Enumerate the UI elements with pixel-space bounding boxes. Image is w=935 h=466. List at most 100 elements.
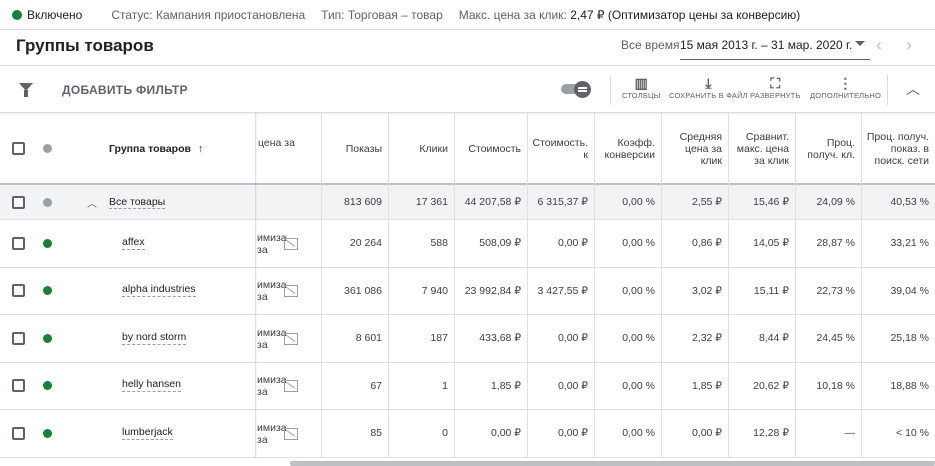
status-dot[interactable] <box>43 238 52 248</box>
toolbar-divider <box>610 75 611 105</box>
more-vert-icon: ⋮ <box>838 75 853 91</box>
status-dot[interactable] <box>43 333 52 343</box>
chevron-up-icon[interactable]: ︿ <box>87 195 97 210</box>
total-cell: 17 361 <box>388 185 454 219</box>
columns-label: СТОЛБЦЫ <box>622 91 661 100</box>
row-cell: 433,68 ₽ <box>454 315 527 362</box>
row-checkbox[interactable] <box>12 284 25 298</box>
row-cell: 0,00 % <box>594 220 661 267</box>
row-cell: 0,86 ₽ <box>661 220 728 267</box>
product-group-name[interactable]: helly hansen <box>122 378 181 393</box>
row-checkbox[interactable] <box>12 331 25 345</box>
row-cell: 0,00 ₽ <box>527 315 594 362</box>
row-cell: 1 <box>388 362 454 409</box>
save-button[interactable]: ⤓ СОХРАНИТЬ В ФАЙЛ <box>669 75 748 100</box>
row-cell: 14,05 ₽ <box>728 220 795 267</box>
product-group-name[interactable]: affex <box>122 236 145 250</box>
toggle-knob <box>574 81 591 98</box>
image-icon[interactable] <box>284 237 298 250</box>
row-cell: 20,62 ₽ <box>728 362 795 409</box>
row-cell: 18,88 % <box>861 362 935 409</box>
header-avg-cpc[interactable]: Средняя цена за клик <box>661 113 728 185</box>
chevron-down-icon[interactable] <box>855 41 865 46</box>
columns-button[interactable]: ▥ СТОЛБЦЫ <box>622 75 661 100</box>
row-cell: 23 992,84 ₽ <box>454 267 527 314</box>
toolbar: ДОБАВИТЬ ФИЛЬТР ▥ СТОЛБЦЫ ⤓ СОХРАНИТЬ В … <box>0 67 935 113</box>
status-dot[interactable] <box>43 286 52 296</box>
row-cell: 1,85 ₽ <box>661 362 728 409</box>
select-all-checkbox[interactable] <box>12 142 25 155</box>
status-dot[interactable] <box>43 381 52 391</box>
total-cell: 24,09 % <box>795 185 861 219</box>
row-cell: 25,18 % <box>861 315 935 362</box>
row-cell: 0 <box>388 410 454 457</box>
table-row: helly hansenимизат за6711,85 ₽0,00 ₽0,00… <box>0 362 935 410</box>
header-click-share[interactable]: Проц. получ. кл. <box>795 113 861 185</box>
table-row: alpha industries имизат за 361 0867 94023 … <box>0 267 935 315</box>
expand-label: РАЗВЕРНУТЬ <box>750 91 801 100</box>
date-label: Все время <box>621 38 680 52</box>
image-icon[interactable] <box>284 332 298 345</box>
product-group-name[interactable]: lumberjack <box>122 426 173 440</box>
more-label: ДОПОЛНИТЕЛЬНО <box>810 91 882 100</box>
hidden-column-value: имизат за <box>257 421 287 446</box>
row-checkbox[interactable] <box>12 236 25 250</box>
enabled-status-dot <box>12 9 22 20</box>
row-cell: 0,00 % <box>594 315 661 362</box>
status-bar: Включено Статус: Кампания приостановлена… <box>0 0 935 30</box>
chevron-up-icon[interactable]: ︿ <box>906 79 920 99</box>
total-cell: 0,00 % <box>594 185 661 219</box>
total-row: ︿ Все товары 813 609 17 361 44 207,58 ₽ … <box>0 185 935 220</box>
status-dot[interactable] <box>43 428 52 438</box>
row-checkbox[interactable] <box>12 196 25 209</box>
more-button[interactable]: ⋮ ДОПОЛНИТЕЛЬНО <box>810 75 881 100</box>
product-group-name[interactable]: alpha industries <box>122 283 196 298</box>
row-cell: 0,00 ₽ <box>661 410 728 457</box>
row-checkbox[interactable] <box>12 379 25 393</box>
header-search-impr-share[interactable]: Проц. получ. показ. в поиск. сети <box>861 113 935 185</box>
row-cell: 8,44 ₽ <box>728 315 795 362</box>
horizontal-scrollbar[interactable] <box>290 461 935 466</box>
enabled-label[interactable]: Включено <box>27 8 82 22</box>
total-name[interactable]: Все товары <box>109 196 166 209</box>
filter-icon[interactable] <box>19 83 33 97</box>
header-cost[interactable]: Стоимость <box>454 113 527 185</box>
title-row: Группы товаров Все время 15 мая 2013 г. … <box>0 30 935 66</box>
row-cell: 3 427,55 ₽ <box>527 267 594 314</box>
header-cost-conv[interactable]: Стоимость. к <box>527 113 594 185</box>
image-icon[interactable] <box>284 380 298 393</box>
campaign-type: Тип: Торговая – товар <box>321 7 443 22</box>
max-cpc: Макс. цена за клик: 2,47 ₽ (Оптимизатор … <box>459 8 801 22</box>
header-clicks[interactable]: Клики <box>388 113 454 185</box>
hidden-column-value: имизат за <box>257 326 287 351</box>
add-filter-button[interactable]: ДОБАВИТЬ ФИЛЬТР <box>62 83 188 97</box>
row-cell: 22,73 % <box>795 267 861 314</box>
table-row: affex имизат за 20 264588508,09 ₽0,00 ₽0,0… <box>0 220 935 268</box>
row-cell: 0,00 % <box>594 267 661 314</box>
header-bench-max-cpc[interactable]: Сравнит. макс. цена за клик <box>728 113 795 185</box>
row-cell: 15,11 ₽ <box>728 267 795 314</box>
row-cell: 39,04 % <box>861 267 935 314</box>
date-range-select[interactable]: 15 мая 2013 г. – 31 мар. 2020 г. <box>680 38 852 52</box>
expand-button[interactable]: ⛶ РАЗВЕРНУТЬ <box>750 75 801 100</box>
row-checkbox[interactable] <box>12 426 25 440</box>
segment-toggle[interactable] <box>561 81 591 98</box>
total-cell: 6 315,37 ₽ <box>527 185 594 219</box>
header-impressions[interactable]: Показы <box>321 113 388 185</box>
max-cpc-value[interactable]: 2,47 ₽ (Оптимизатор цены за конверсию) <box>570 8 800 22</box>
chevron-right-icon[interactable]: › <box>906 35 912 56</box>
row-cell: 28,87 % <box>795 220 861 267</box>
total-cell: 44 207,58 ₽ <box>454 185 527 219</box>
total-cell: 2,55 ₽ <box>661 185 728 219</box>
chevron-left-icon[interactable]: ‹ <box>876 35 882 56</box>
image-icon[interactable] <box>284 427 298 440</box>
row-cell: < 10 % <box>861 410 935 457</box>
header-conv-rate[interactable]: Коэфф. конверсии <box>594 113 661 185</box>
hidden-column-header[interactable]: цена за <box>258 137 295 149</box>
table-row: by nord stormимизат за8 601187433,68 ₽0,… <box>0 315 935 363</box>
total-cell: 15,46 ₽ <box>728 185 795 219</box>
image-icon[interactable] <box>284 285 298 298</box>
toolbar-divider <box>887 75 888 105</box>
product-group-header[interactable]: Группа товаров ↑ <box>109 143 203 155</box>
product-group-name[interactable]: by nord storm <box>122 331 187 345</box>
